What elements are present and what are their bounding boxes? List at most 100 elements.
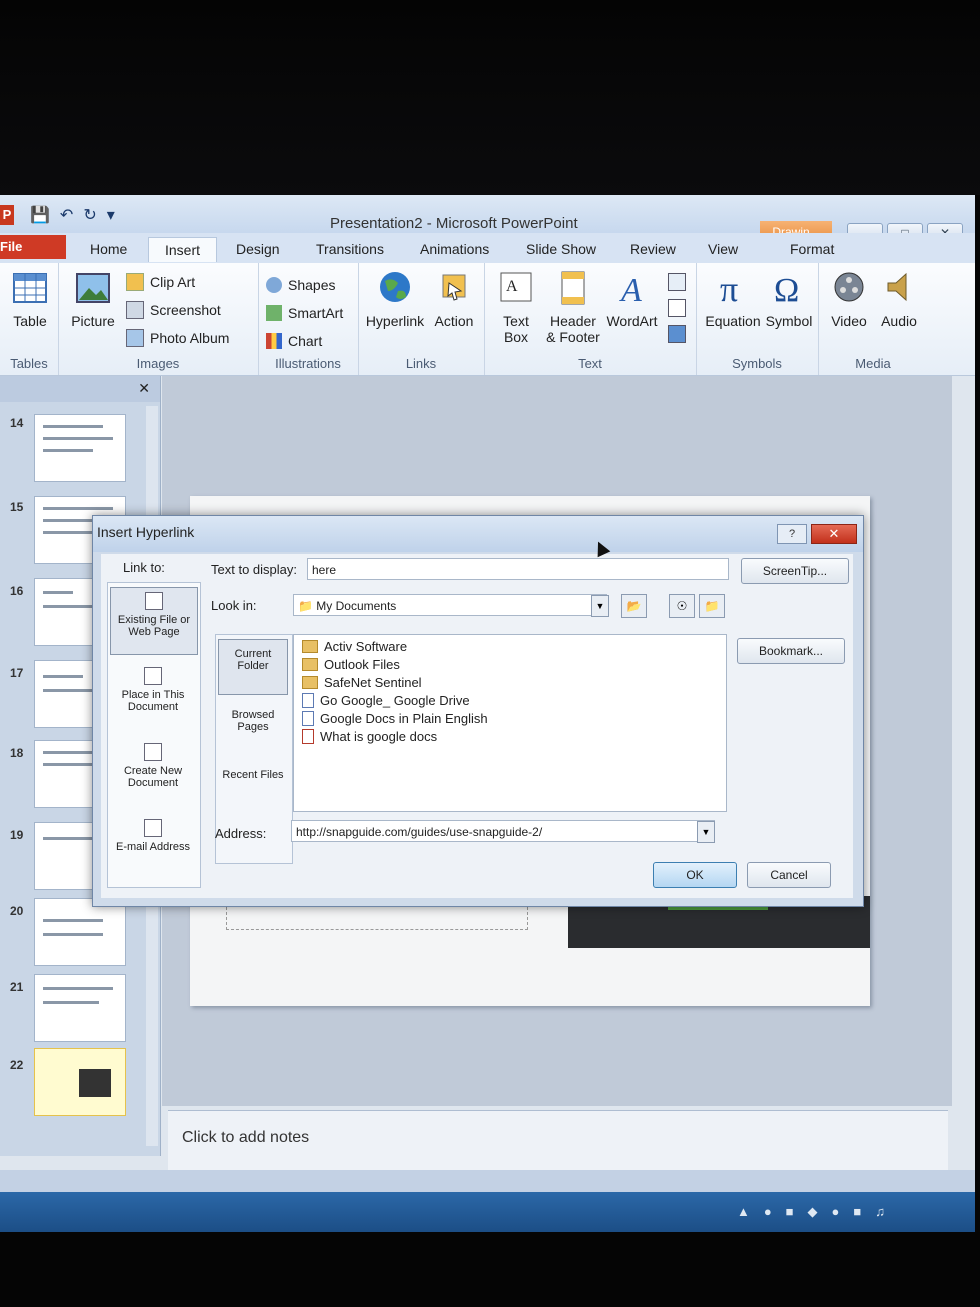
tab-slide-show[interactable]: Slide Show <box>526 241 596 257</box>
tray-icon[interactable]: ▲ <box>737 1204 750 1220</box>
close-panel-icon[interactable]: ✕ <box>138 380 150 397</box>
recent-files-button[interactable]: Recent Files <box>218 769 288 781</box>
hyperlink-button[interactable]: Hyperlink <box>364 269 426 329</box>
link-to-new-document[interactable]: Create New Document <box>110 739 196 805</box>
picture-button[interactable]: Picture <box>68 269 118 329</box>
tab-insert[interactable]: Insert <box>148 237 218 262</box>
text-to-display-input[interactable]: here <box>307 558 729 580</box>
ok-button[interactable]: OK <box>653 862 737 888</box>
header-footer-button[interactable]: Header & Footer <box>542 269 604 345</box>
header-footer-icon <box>561 271 585 305</box>
dialog-close-button[interactable]: ✕ <box>811 524 857 544</box>
customize-qat-icon[interactable]: ▾ <box>107 205 115 225</box>
tray-icon[interactable]: ◆ <box>808 1204 818 1220</box>
object-icon <box>668 325 686 343</box>
video-label: Video <box>831 313 867 329</box>
screenshot-icon <box>126 301 144 319</box>
wordart-button[interactable]: A WordArt <box>606 269 658 329</box>
clip-art-button[interactable]: Clip Art <box>126 273 195 291</box>
tab-animations[interactable]: Animations <box>420 241 489 257</box>
browse-web-icon[interactable]: ☉ <box>669 594 695 618</box>
date-time-button[interactable] <box>668 299 686 317</box>
look-in-label: Look in: <box>211 598 257 613</box>
svg-text:A: A <box>506 278 518 295</box>
list-item[interactable]: SafeNet Sentinel <box>302 675 422 690</box>
list-item[interactable]: Go Google_ Google Drive <box>302 693 470 708</box>
tray-icon[interactable]: ● <box>764 1204 772 1220</box>
slides-outline-tabs[interactable] <box>0 376 160 402</box>
undo-icon[interactable]: ↶ <box>60 205 73 225</box>
svg-text:π: π <box>720 269 738 307</box>
up-folder-icon[interactable]: 📂 <box>621 594 647 618</box>
email-icon <box>144 819 162 837</box>
smartart-label: SmartArt <box>288 305 344 321</box>
tab-design[interactable]: Design <box>236 241 280 257</box>
volume-icon[interactable]: ♫ <box>875 1204 885 1220</box>
object-button[interactable] <box>668 325 686 343</box>
smartart-button[interactable]: SmartArt <box>266 305 343 321</box>
file-name: Google Docs in Plain English <box>320 711 488 726</box>
bookmark-button[interactable]: Bookmark... <box>737 638 845 664</box>
screenshot-button[interactable]: Screenshot <box>126 301 221 319</box>
chart-button[interactable]: Chart <box>266 333 322 349</box>
address-dropdown-icon[interactable]: ▼ <box>697 821 715 843</box>
link-to-place-in-document[interactable]: Place in This Document <box>110 663 196 729</box>
list-item[interactable]: Activ Software <box>302 639 407 654</box>
slide-thumbnail-selected[interactable] <box>34 1048 126 1116</box>
signature-line-icon <box>668 273 686 291</box>
link-to-existing-label: Existing File or Web Page <box>117 614 191 638</box>
slide-thumbnail[interactable] <box>34 898 126 966</box>
current-folder-button[interactable]: Current Folder <box>218 639 288 695</box>
dialog-title-bar[interactable]: Insert Hyperlink ? ✕ <box>93 516 863 552</box>
equation-button[interactable]: π Equation <box>702 269 764 329</box>
tab-home[interactable]: Home <box>90 241 127 257</box>
slide-number: 21 <box>10 980 24 994</box>
look-in-select[interactable]: 📁 My Documents <box>293 594 607 616</box>
link-to-existing-file[interactable]: Existing File or Web Page <box>110 587 198 655</box>
look-in-dropdown-icon[interactable]: ▼ <box>591 595 609 617</box>
new-document-icon <box>144 743 162 761</box>
table-button[interactable]: Table <box>8 269 52 329</box>
cancel-button[interactable]: Cancel <box>747 862 831 888</box>
video-button[interactable]: Video <box>824 269 874 329</box>
audio-button[interactable]: Audio <box>876 269 922 329</box>
group-label-symbols: Symbols <box>732 356 782 371</box>
browse-file-icon[interactable]: 📁 <box>699 594 725 618</box>
browsed-pages-button[interactable]: Browsed Pages <box>218 709 288 733</box>
tray-icon[interactable]: ■ <box>786 1204 794 1220</box>
photo-album-button[interactable]: Photo Album <box>126 329 229 347</box>
tab-file[interactable]: File <box>0 235 66 259</box>
tab-review[interactable]: Review <box>630 241 676 257</box>
slide-thumbnail[interactable] <box>34 974 126 1042</box>
list-item[interactable]: Google Docs in Plain English <box>302 711 488 726</box>
file-list[interactable]: Activ Software Outlook Files SafeNet Sen… <box>293 634 727 812</box>
shapes-button[interactable]: Shapes <box>266 277 335 293</box>
smartart-icon <box>266 305 282 321</box>
group-label-illustrations: Illustrations <box>275 356 341 371</box>
tab-transitions[interactable]: Transitions <box>316 241 384 257</box>
symbol-button[interactable]: Ω Symbol <box>764 269 814 329</box>
redo-icon[interactable]: ↻ <box>83 205 96 225</box>
list-item[interactable]: Outlook Files <box>302 657 400 672</box>
link-to-email-address[interactable]: E-mail Address <box>110 815 196 881</box>
signature-line-button[interactable] <box>668 273 686 291</box>
equation-pi-icon: π <box>720 269 738 307</box>
insert-hyperlink-dialog: Insert Hyperlink ? ✕ Link to: Existing F… <box>92 515 864 907</box>
tab-format[interactable]: Format <box>790 241 834 257</box>
powerpoint-logo-icon[interactable]: P <box>0 205 14 225</box>
action-button[interactable]: Action <box>430 269 478 329</box>
file-name: Outlook Files <box>324 657 400 672</box>
save-icon[interactable]: 💾 <box>30 205 50 225</box>
tray-icon[interactable]: ■ <box>853 1204 861 1220</box>
tab-view[interactable]: View <box>708 241 738 257</box>
address-input[interactable]: http://snapguide.com/guides/use-snapguid… <box>291 820 715 842</box>
slide-thumbnail[interactable] <box>34 414 126 482</box>
list-item[interactable]: What is google docs <box>302 729 437 744</box>
tray-icon[interactable]: ● <box>832 1204 840 1220</box>
audio-label: Audio <box>881 313 917 329</box>
notes-pane[interactable]: Click to add notes <box>168 1110 948 1171</box>
dialog-help-button[interactable]: ? <box>777 524 807 544</box>
screentip-button[interactable]: ScreenTip... <box>741 558 849 584</box>
text-box-button[interactable]: A Text Box <box>492 269 540 345</box>
action-icon <box>442 274 466 301</box>
